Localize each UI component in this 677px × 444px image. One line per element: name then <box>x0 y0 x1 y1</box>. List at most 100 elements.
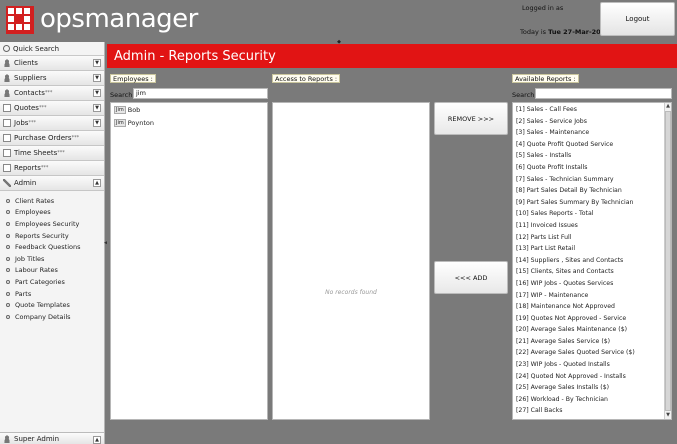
sidebar-item-marker: *** <box>38 105 47 111</box>
sidebar-item-reports[interactable]: Reports *** <box>0 161 104 176</box>
sidebar-item-suppliers[interactable]: Suppliers ▼ <box>0 71 104 86</box>
bullet-icon <box>6 233 10 238</box>
admin-menu-item-label: Feedback Questions <box>15 243 81 252</box>
admin-menu-item[interactable]: Quote Templates <box>0 299 104 311</box>
sidebar-item-label: Purchase Orders <box>14 134 72 142</box>
remove-button[interactable]: REMOVE >>> <box>434 102 508 135</box>
report-list-item[interactable]: [22] Average Sales Quoted Service ($) <box>513 347 671 359</box>
report-list-item[interactable]: [24] Quoted Not Approved - Installs <box>513 371 671 383</box>
sidebar-item-purchase-orders[interactable]: Purchase Orders *** <box>0 131 104 146</box>
admin-menu-item-label: Quote Templates <box>15 301 70 310</box>
sidebar-item-label: Time Sheets <box>14 149 58 157</box>
admin-menu-item-label: Labour Rates <box>15 266 58 275</box>
report-list-item[interactable]: [11] Invoiced Issues <box>513 220 671 232</box>
available-reports-list: [1] Sales - Call Fees [2] Sales - Service… <box>512 102 672 420</box>
admin-menu-item[interactable]: Reports Security <box>0 230 104 242</box>
quick-search[interactable]: Quick Search <box>0 42 104 56</box>
admin-menu-item[interactable]: Part Categories <box>0 276 104 288</box>
report-list-item[interactable]: [13] Part List Retail <box>513 243 671 255</box>
logo-cell <box>8 24 14 30</box>
report-list-item[interactable]: [19] Quotes Not Approved - Service <box>513 313 671 325</box>
report-list-item[interactable]: [5] Sales - Installs <box>513 150 671 162</box>
sidebar-item-marker: *** <box>40 165 49 171</box>
sidebar-item-clients[interactable]: Clients ▼ <box>0 56 104 71</box>
logo-cell <box>8 8 14 14</box>
admin-menu-item[interactable]: Parts <box>0 288 104 300</box>
report-list-item[interactable]: [7] Sales - Technician Summary <box>513 174 671 186</box>
admin-menu-item[interactable]: Feedback Questions <box>0 241 104 253</box>
admin-menu-item-label: Employees <box>15 208 51 217</box>
sidebar-item-time-sheets[interactable]: Time Sheets *** <box>0 146 104 161</box>
chevron-up-icon[interactable]: ▲ <box>93 179 101 187</box>
sidebar: Quick Search Clients ▼ Suppliers ▼ Contacts *… <box>0 42 105 444</box>
report-list-item[interactable]: [26] Workload - By Technician <box>513 394 671 406</box>
person-icon <box>3 59 11 67</box>
chevron-down-icon[interactable]: ▼ <box>93 59 101 67</box>
report-list-item[interactable]: [27] Call Backs <box>513 405 671 417</box>
admin-menu-item-label: Job Titles <box>15 254 45 263</box>
admin-menu-item[interactable]: Employees <box>0 207 104 219</box>
available-search-input[interactable] <box>535 88 672 99</box>
admin-menu-item[interactable]: Job Titles <box>0 253 104 265</box>
logo-cell <box>8 16 14 22</box>
employees-caption: Employees : <box>110 74 156 83</box>
employee-first-name: Jim <box>114 105 126 114</box>
admin-menu-item[interactable]: Employees Security <box>0 218 104 230</box>
admin-menu-item[interactable]: Client Rates <box>0 195 104 207</box>
scrollbar[interactable]: ▲ ▼ <box>664 103 671 419</box>
admin-menu-item[interactable]: Labour Rates <box>0 265 104 277</box>
sidebar-item-label: Clients <box>14 59 38 67</box>
report-list-item[interactable]: [2] Sales - Service Jobs <box>513 116 671 128</box>
report-list-item[interactable]: [9] Part Sales Summary By Technician <box>513 197 671 209</box>
report-list-item[interactable]: [23] WIP Jobs - Quoted Installs <box>513 359 671 371</box>
admin-menu-item-label: Part Categories <box>15 277 65 286</box>
sidebar-item-quotes[interactable]: Quotes *** ▼ <box>0 101 104 116</box>
document-icon <box>3 149 11 157</box>
document-icon <box>3 119 11 127</box>
report-list-item[interactable]: [6] Quote Profit Installs <box>513 162 671 174</box>
report-list-item[interactable]: [18] Maintenance Not Approved <box>513 301 671 313</box>
scroll-thumb[interactable] <box>665 111 671 411</box>
chevron-down-icon[interactable]: ▼ <box>93 89 101 97</box>
report-list-item[interactable]: [20] Average Sales Maintenance ($) <box>513 324 671 336</box>
logo-cell <box>16 8 22 14</box>
report-list-item[interactable]: [14] Suppliers , Sites and Contacts <box>513 255 671 267</box>
sidebar-item-admin[interactable]: Admin ▲ <box>0 176 104 191</box>
chevron-down-icon[interactable]: ▼ <box>93 119 101 127</box>
employee-row[interactable]: Jim Bob <box>111 103 267 116</box>
bullet-icon <box>6 245 10 250</box>
report-list-item[interactable]: [16] WIP Jobs - Quotes Services <box>513 278 671 290</box>
scroll-up-icon[interactable]: ▲ <box>665 103 671 110</box>
bullet-icon <box>6 268 10 273</box>
admin-menu-item[interactable]: Company Details <box>0 311 104 323</box>
add-button[interactable]: <<< ADD <box>434 261 508 294</box>
scroll-down-icon[interactable]: ▼ <box>665 412 671 419</box>
employee-row[interactable]: Jim Poynton <box>111 116 267 129</box>
chevron-down-icon[interactable]: ▼ <box>93 104 101 112</box>
report-list-item[interactable]: [12] Parts List Full <box>513 232 671 244</box>
sidebar-item-label: Admin <box>14 179 37 187</box>
user-menu-super-admin[interactable]: Super Admin ▲ <box>0 432 104 444</box>
report-list-item[interactable]: [8] Part Sales Detail By Technician <box>513 185 671 197</box>
report-list-item[interactable]: [15] Clients, Sites and Contacts <box>513 266 671 278</box>
report-list-item[interactable]: [4] Quote Profit Quoted Service <box>513 139 671 151</box>
report-list-item[interactable]: [1] Sales - Call Fees <box>513 104 671 116</box>
employees-search-input[interactable]: jim <box>133 88 268 99</box>
bullet-icon <box>6 210 10 215</box>
sidebar-item-label: Suppliers <box>14 74 47 82</box>
chevron-up-icon[interactable]: ▲ <box>93 436 101 444</box>
logout-button[interactable]: Logout <box>600 2 675 36</box>
sidebar-item-marker: *** <box>57 150 65 156</box>
sidebar-item-contacts[interactable]: Contacts *** ▼ <box>0 86 104 101</box>
bullet-icon <box>6 279 10 284</box>
person-icon <box>3 74 11 82</box>
report-list-item[interactable]: [3] Sales - Maintenance <box>513 127 671 139</box>
report-list-item[interactable]: [25] Average Sales Installs ($) <box>513 382 671 394</box>
report-list-item[interactable]: [17] WIP - Maintenance <box>513 290 671 302</box>
employee-last-name: Bob <box>127 105 141 114</box>
super-admin-label: Super Admin <box>14 434 60 443</box>
chevron-down-icon[interactable]: ▼ <box>93 74 101 82</box>
report-list-item[interactable]: [21] Average Sales Service ($) <box>513 336 671 348</box>
report-list-item[interactable]: [10] Sales Reports - Total <box>513 208 671 220</box>
sidebar-item-jobs[interactable]: Jobs *** ▼ <box>0 116 104 131</box>
